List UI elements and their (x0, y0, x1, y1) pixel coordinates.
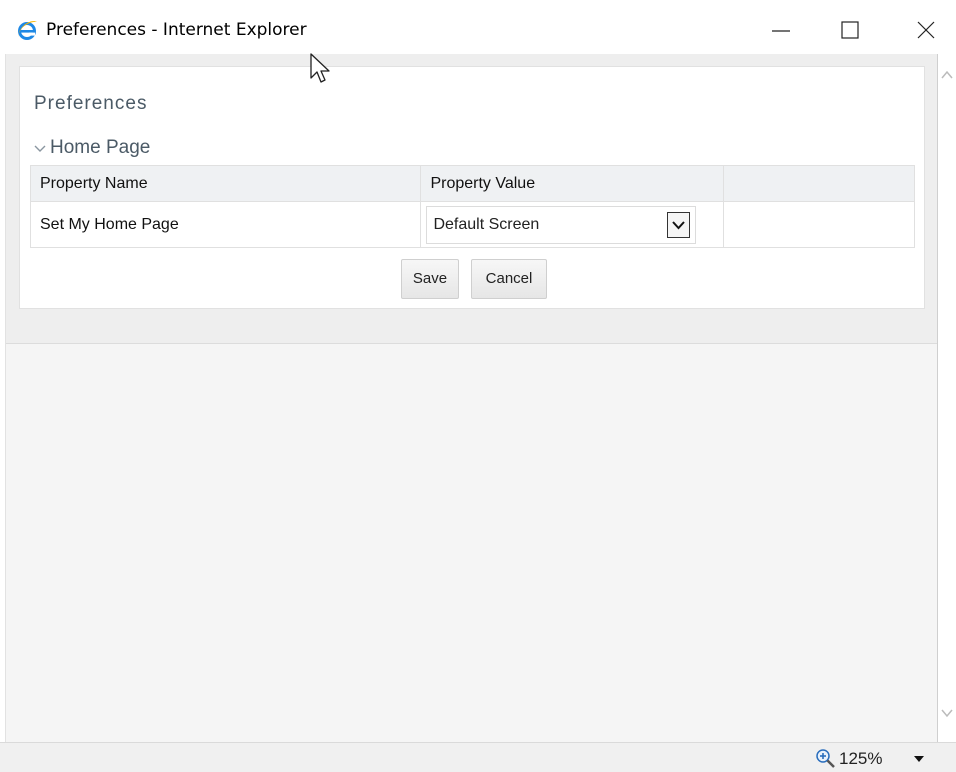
zoom-icon[interactable] (815, 748, 837, 770)
select-value: Default Screen (433, 215, 540, 233)
content-area: Preferences Home Page Property Name Prop… (5, 54, 938, 742)
column-header-property-value: Property Value (420, 165, 724, 202)
save-button[interactable]: Save (401, 259, 459, 299)
vertical-scrollbar[interactable] (937, 54, 956, 742)
scroll-up-icon[interactable] (940, 68, 954, 82)
page-header-zone: Preferences Home Page Property Name Prop… (6, 54, 938, 344)
table-header-row: Property Name Property Value (29, 165, 916, 202)
zoom-dropdown-icon[interactable] (912, 753, 926, 765)
column-header-property-name: Property Name (29, 165, 422, 202)
section-label: Home Page (50, 137, 151, 158)
property-name-cell: Set My Home Page (29, 201, 422, 248)
chevron-down-icon (34, 145, 46, 152)
status-bar: 125% (0, 742, 956, 772)
home-page-section-toggle[interactable]: Home Page (33, 137, 150, 159)
minimize-icon (772, 30, 790, 32)
maximize-button[interactable] (827, 12, 873, 48)
internet-explorer-icon (18, 21, 37, 40)
cancel-button[interactable]: Cancel (471, 259, 547, 299)
property-value-cell: Default Screen (420, 201, 724, 248)
preferences-table: Property Name Property Value Set My Home… (29, 165, 916, 248)
home-page-select[interactable]: Default Screen (426, 205, 697, 244)
column-header-empty (722, 165, 916, 202)
title-bar[interactable]: Preferences - Internet Explorer (0, 0, 956, 54)
zoom-level[interactable]: 125% (839, 749, 882, 769)
window-title: Preferences - Internet Explorer (46, 20, 307, 40)
select-dropdown-button[interactable] (667, 211, 691, 238)
close-icon (917, 21, 935, 39)
chevron-down-icon (672, 220, 686, 229)
preferences-panel: Preferences Home Page Property Name Prop… (19, 66, 925, 309)
mouse-cursor-icon (310, 53, 330, 83)
table-row: Set My Home Page Default Screen (29, 201, 916, 248)
empty-cell (722, 201, 916, 248)
scroll-down-icon[interactable] (940, 706, 954, 720)
minimize-button[interactable] (758, 12, 804, 48)
maximize-icon (841, 21, 859, 39)
close-button[interactable] (903, 12, 949, 48)
page-title: Preferences (34, 93, 148, 114)
